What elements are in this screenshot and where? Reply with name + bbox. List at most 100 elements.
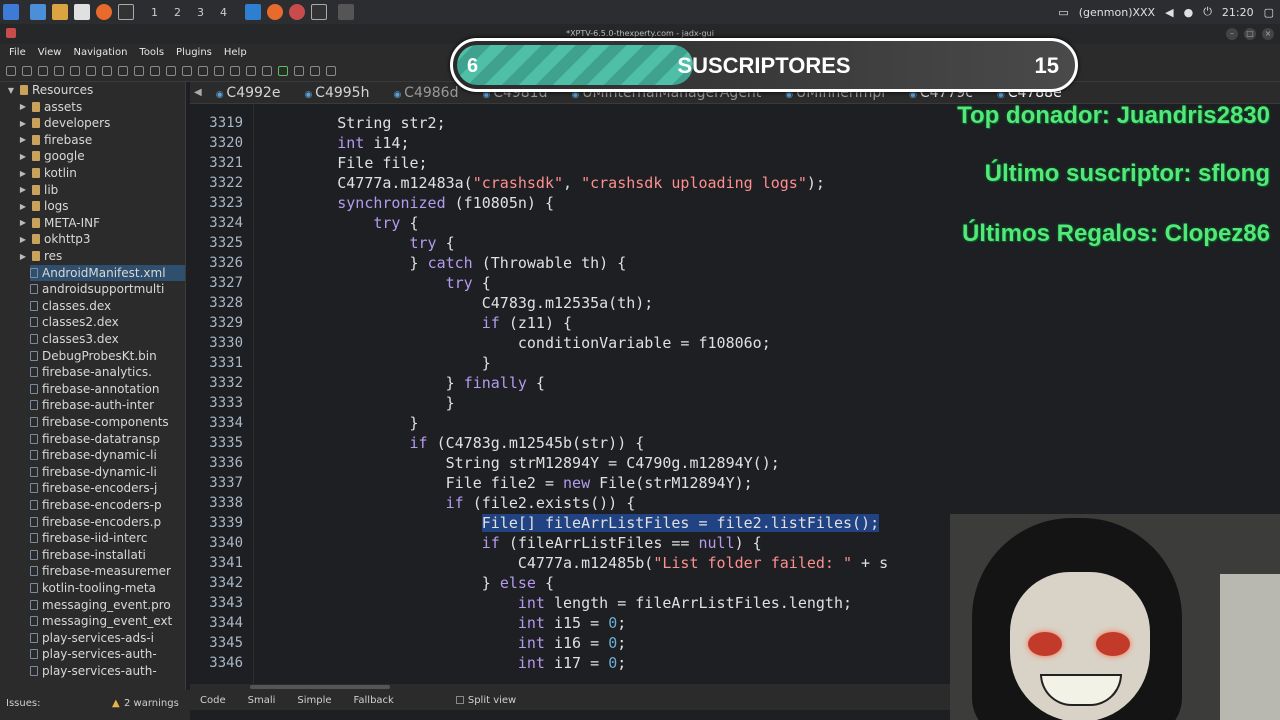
minimize-icon[interactable]: – <box>1226 28 1238 40</box>
tree-file[interactable]: firebase-auth-inter <box>30 397 185 413</box>
menu-help[interactable]: Help <box>224 47 247 58</box>
maximize-icon[interactable]: □ <box>1244 28 1256 40</box>
tree-file[interactable]: messaging_event_ext <box>30 613 185 629</box>
mode-smali[interactable]: Smali <box>248 695 276 706</box>
tree-file[interactable]: kotlin-tooling-meta <box>30 580 185 596</box>
warnings-count[interactable]: 2 warnings <box>124 698 179 709</box>
code-line[interactable]: int i14; <box>265 133 409 153</box>
code-line[interactable]: } <box>265 413 419 433</box>
expand-chevron-icon[interactable]: ▶ <box>18 135 28 144</box>
code-line[interactable]: int length = fileArrListFiles.length; <box>265 593 852 613</box>
code-line[interactable]: } <box>265 393 455 413</box>
desktop-icon[interactable] <box>30 4 46 20</box>
terminal-icon[interactable] <box>118 4 134 20</box>
volume-icon[interactable]: ◀ <box>1165 6 1173 19</box>
workspace-4[interactable]: 4 <box>220 6 227 19</box>
tree-file[interactable]: messaging_event.pro <box>30 597 185 613</box>
workspace-1[interactable]: 1 <box>151 6 158 19</box>
expand-chevron-icon[interactable]: ▶ <box>18 152 28 161</box>
tree-folder[interactable]: ▶ google <box>18 148 85 164</box>
editor-tab[interactable]: C4986d <box>393 85 458 101</box>
tree-root-resources[interactable]: ▼ Resources <box>6 82 93 98</box>
tree-file[interactable]: classes3.dex <box>30 331 185 347</box>
settings-icon[interactable] <box>326 65 336 76</box>
code-line[interactable]: conditionVariable = f10806o; <box>265 333 771 353</box>
vscode-icon[interactable] <box>245 4 261 20</box>
code-line[interactable]: if (C4783g.m12545b(str)) { <box>265 433 645 453</box>
tree-file[interactable]: firebase-encoders-j <box>30 480 185 496</box>
workspace-2[interactable]: 2 <box>174 6 181 19</box>
code-line[interactable]: String strM12894Y = C4790g.m12894Y(); <box>265 453 780 473</box>
power-icon[interactable]: ⏻ <box>1203 5 1212 19</box>
collapse-chevron-icon[interactable]: ▼ <box>6 86 16 95</box>
bookmark-icon[interactable] <box>262 65 272 76</box>
window-list-icon[interactable] <box>338 4 354 20</box>
tree-folder[interactable]: ▶ assets <box>18 99 82 115</box>
code-line[interactable]: C4783g.m12535a(th); <box>265 293 654 313</box>
menu-navigation[interactable]: Navigation <box>73 47 127 58</box>
export-icon[interactable] <box>70 65 80 76</box>
code-line[interactable]: } catch (Throwable th) { <box>265 253 627 273</box>
tree-file[interactable]: DebugProbesKt.bin <box>30 348 185 364</box>
code-line[interactable]: if (z11) { <box>265 313 572 333</box>
reload-icon[interactable] <box>38 65 48 76</box>
tree-folder[interactable]: ▶ logs <box>18 198 69 214</box>
monitor-icon[interactable]: ▭ <box>1058 6 1068 19</box>
tree-folder[interactable]: ▶ META-INF <box>18 215 100 231</box>
tree-file[interactable]: classes.dex <box>30 298 185 314</box>
code-line[interactable]: try { <box>265 233 455 253</box>
mode-code[interactable]: Code <box>200 695 226 706</box>
run-icon[interactable] <box>278 65 288 76</box>
files-icon[interactable] <box>52 4 68 20</box>
find-usage-icon[interactable] <box>166 65 176 76</box>
workspace-3[interactable]: 3 <box>197 6 204 19</box>
session-icon[interactable]: ▢ <box>1264 6 1274 19</box>
scroll-thumb[interactable] <box>250 685 390 689</box>
code-line[interactable]: C4777a.m12483a("crashsdk", "crashsdk upl… <box>265 173 825 193</box>
firefox-icon[interactable] <box>96 4 112 20</box>
expand-chevron-icon[interactable]: ▶ <box>18 102 28 111</box>
code-line[interactable]: if (fileArrListFiles == null) { <box>265 533 762 553</box>
expand-chevron-icon[interactable]: ▶ <box>18 235 28 244</box>
tree-file[interactable]: play-services-ads-i <box>30 630 185 646</box>
code-line[interactable]: if (file2.exists()) { <box>265 493 636 513</box>
expand-chevron-icon[interactable]: ▶ <box>18 218 28 227</box>
tree-file[interactable]: firebase-encoders.p <box>30 514 185 530</box>
split-view-toggle[interactable]: Split view <box>455 695 516 706</box>
open-file-icon[interactable] <box>6 65 16 76</box>
save-icon[interactable] <box>54 65 64 76</box>
tree-folder[interactable]: ▶ lib <box>18 182 58 198</box>
log-icon[interactable] <box>198 65 208 76</box>
mode-simple[interactable]: Simple <box>297 695 331 706</box>
code-line[interactable]: try { <box>265 273 491 293</box>
debug-icon[interactable] <box>294 65 304 76</box>
menu-file[interactable]: File <box>9 47 26 58</box>
tree-file[interactable]: androidsupportmulti <box>30 281 185 297</box>
selected-code-line[interactable]: File[] fileArrListFiles = file2.listFile… <box>265 513 880 533</box>
tree-file[interactable]: firebase-components <box>30 414 185 430</box>
code-line[interactable]: } <box>265 353 491 373</box>
tree-file[interactable]: classes2.dex <box>30 314 185 330</box>
code-line[interactable]: File file2 = new File(strM12894Y); <box>265 473 753 493</box>
code-line[interactable]: C4777a.m12485b("List folder failed: " + … <box>265 553 888 573</box>
code-line[interactable]: try { <box>265 213 418 233</box>
tree-file[interactable]: firebase-analytics. <box>30 364 185 380</box>
stop-icon[interactable] <box>310 65 320 76</box>
tree-folder[interactable]: ▶ firebase <box>18 132 92 148</box>
code-line[interactable]: } finally { <box>265 373 545 393</box>
expand-chevron-icon[interactable]: ▶ <box>18 185 28 194</box>
tree-icon[interactable] <box>118 65 128 76</box>
tree-file[interactable]: firebase-iid-interc <box>30 530 185 546</box>
expand-chevron-icon[interactable]: ▶ <box>18 119 28 128</box>
tree-file[interactable]: firebase-measuremer <box>30 563 185 579</box>
expand-chevron-icon[interactable]: ▶ <box>18 202 28 211</box>
tree-file[interactable]: firebase-dynamic-li <box>30 464 185 480</box>
tree-file[interactable]: AndroidManifest.xml <box>30 264 185 281</box>
code-line[interactable]: } else { <box>265 573 554 593</box>
code-line[interactable]: synchronized (f10805n) { <box>265 193 554 213</box>
tree-file[interactable]: firebase-datatransp <box>30 431 185 447</box>
tree-folder[interactable]: ▶ developers <box>18 115 110 131</box>
terminal-window-icon[interactable] <box>311 4 327 20</box>
search-icon[interactable] <box>134 65 144 76</box>
deobfuscate-icon[interactable] <box>182 65 192 76</box>
